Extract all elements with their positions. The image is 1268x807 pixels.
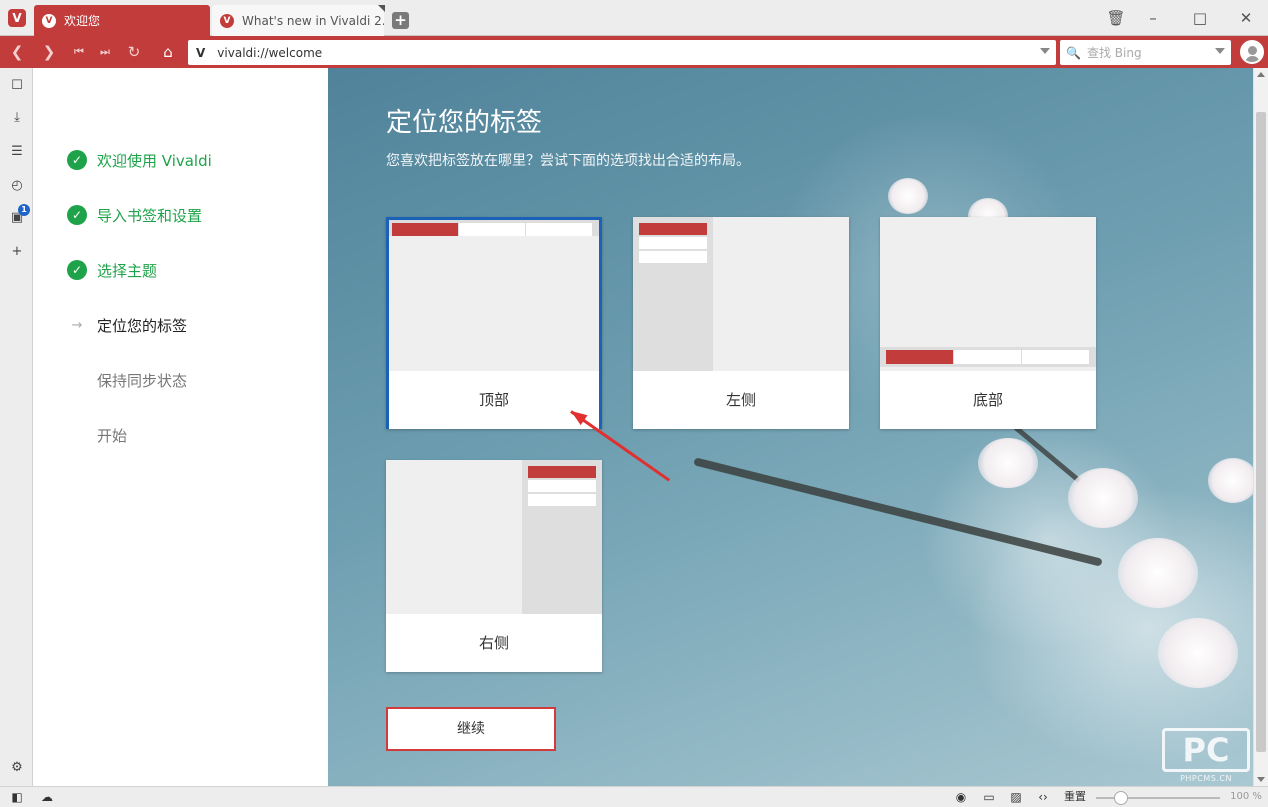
- url-input[interactable]: V vivaldi://welcome: [188, 40, 1056, 65]
- step-label: 保持同步状态: [97, 371, 188, 390]
- tab-welcome[interactable]: V 欢迎您: [34, 5, 210, 36]
- background-blossom: [978, 438, 1038, 488]
- option-label: 底部: [880, 371, 1096, 429]
- step-label: 导入书签和设置: [97, 206, 203, 225]
- side-panel-bar: ☐ ⤓ ☰ ◴ ▣ 1 + ⚙: [0, 68, 33, 786]
- close-window-button[interactable]: ✕: [1234, 6, 1258, 30]
- vivaldi-menu-button[interactable]: V: [4, 4, 30, 32]
- avatar-head: [1248, 46, 1257, 55]
- background-branch: [693, 457, 1103, 567]
- profile-avatar[interactable]: [1240, 40, 1264, 64]
- new-tab-button[interactable]: +: [392, 12, 409, 29]
- option-label: 顶部: [389, 371, 599, 429]
- bookmark-icon[interactable]: ☐: [7, 76, 27, 96]
- history-icon[interactable]: ◴: [7, 176, 27, 196]
- panel-toggle-icon[interactable]: ◧: [8, 789, 26, 805]
- fast-forward-icon[interactable]: ⏭: [92, 40, 118, 64]
- reload-icon[interactable]: ↻: [121, 40, 147, 64]
- background-blossom: [1068, 468, 1138, 528]
- preview-top-layout: [389, 220, 599, 374]
- settings-icon[interactable]: ⚙: [7, 758, 27, 778]
- notes-icon[interactable]: ☰: [7, 142, 27, 162]
- tab-position-top-card[interactable]: 顶部: [386, 217, 602, 429]
- add-panel-icon[interactable]: +: [7, 242, 27, 262]
- tab-position-right-card[interactable]: 右侧: [386, 460, 602, 672]
- tab-position-bottom-card[interactable]: 底部: [880, 217, 1096, 429]
- search-icon: 🔍: [1066, 45, 1081, 60]
- scroll-up-icon[interactable]: [1257, 72, 1265, 77]
- watermark-site-text: PHPCMS.CN: [1180, 774, 1232, 783]
- option-label: 右侧: [386, 614, 602, 672]
- page-actions-icon[interactable]: ‹›: [1034, 789, 1052, 805]
- tab-stack-indicator: [378, 5, 385, 12]
- continue-button[interactable]: 继续: [386, 707, 556, 751]
- vivaldi-favicon-icon: V: [42, 13, 56, 28]
- step-theme[interactable]: ✓ 选择主题: [67, 258, 157, 282]
- watermark-logo: PC PHPCMS.CN: [1162, 728, 1250, 784]
- tab-whats-new[interactable]: V What's new in Vivaldi 2.6 | V: [212, 5, 384, 36]
- step-start[interactable]: 开始: [67, 423, 127, 447]
- page-subtitle: 您喜欢把标签放在哪里？尝试下面的选项找出合适的布局。: [386, 153, 750, 169]
- maximize-button[interactable]: □: [1188, 6, 1212, 30]
- trash-icon[interactable]: 🗑: [1104, 6, 1128, 30]
- sync-cloud-icon[interactable]: ☁: [38, 789, 56, 805]
- background-blossom: [1158, 618, 1238, 688]
- watermark-logo-text: PC: [1162, 728, 1250, 772]
- check-icon: ✓: [67, 260, 87, 280]
- minimize-button[interactable]: –: [1141, 6, 1165, 30]
- rewind-icon[interactable]: ⏮: [66, 40, 92, 64]
- preview-left-layout: [633, 217, 849, 371]
- forward-icon[interactable]: ❯: [36, 40, 62, 64]
- zoom-reset-button[interactable]: 重置: [1060, 789, 1090, 805]
- search-placeholder: 查找 Bing: [1086, 46, 1142, 60]
- tiling-icon[interactable]: ▭: [980, 789, 998, 805]
- images-icon[interactable]: ▨: [1007, 789, 1025, 805]
- preview-bottom-layout: [880, 217, 1096, 371]
- step-import[interactable]: ✓ 导入书签和设置: [67, 203, 202, 227]
- step-label: 开始: [97, 426, 128, 445]
- home-icon[interactable]: ⌂: [155, 40, 181, 64]
- page-scrollbar[interactable]: [1253, 68, 1268, 786]
- welcome-steps-nav: ✓ 欢迎使用 Vivaldi ✓ 导入书签和设置 ✓ 选择主题 → 定位您的标签…: [33, 68, 328, 786]
- zoom-slider-knob[interactable]: [1114, 791, 1128, 805]
- background-blossom: [888, 178, 928, 214]
- tab-position-left-card[interactable]: 左侧: [633, 217, 849, 429]
- vivaldi-page-icon: V: [196, 45, 206, 60]
- back-icon[interactable]: ❮: [4, 40, 30, 64]
- scroll-down-icon[interactable]: [1257, 777, 1265, 782]
- step-welcome[interactable]: ✓ 欢迎使用 Vivaldi: [67, 148, 212, 172]
- search-input[interactable]: 🔍 查找 Bing: [1060, 40, 1231, 65]
- url-dropdown-icon[interactable]: [1040, 48, 1050, 54]
- windows-count-badge: 1: [18, 204, 30, 216]
- option-label: 左侧: [633, 371, 849, 429]
- step-label: 定位您的标签: [97, 316, 188, 335]
- arrow-right-icon: →: [71, 317, 83, 333]
- step-label: 欢迎使用 Vivaldi: [97, 151, 212, 170]
- background-blossom: [1208, 458, 1253, 503]
- avatar-body: [1245, 56, 1260, 62]
- capture-icon[interactable]: ◉: [952, 789, 970, 805]
- zoom-value: 100 %: [1230, 791, 1262, 802]
- step-tab-position[interactable]: → 定位您的标签: [67, 313, 187, 337]
- search-engine-dropdown-icon[interactable]: [1215, 48, 1225, 54]
- check-icon: ✓: [67, 205, 87, 225]
- tab-title: What's new in Vivaldi 2.6 | V: [242, 13, 384, 28]
- step-label: 选择主题: [97, 261, 158, 280]
- page-title: 定位您的标签: [386, 108, 543, 138]
- preview-right-layout: [386, 460, 602, 614]
- url-text: vivaldi://welcome: [217, 45, 323, 60]
- tab-title: 欢迎您: [64, 14, 101, 28]
- tab-bar: V V 欢迎您 V What's new in Vivaldi 2.6 | V …: [0, 0, 1268, 36]
- vivaldi-favicon-icon: V: [220, 13, 234, 28]
- vivaldi-logo-icon: V: [8, 9, 26, 27]
- status-bar: ◧ ☁ ◉ ▭ ▨ ‹› 重置 100 %: [0, 786, 1268, 807]
- check-icon: ✓: [67, 150, 87, 170]
- step-sync[interactable]: 保持同步状态: [67, 368, 187, 392]
- scroll-thumb[interactable]: [1256, 112, 1266, 752]
- download-icon[interactable]: ⤓: [7, 108, 27, 128]
- address-bar: ❮ ❯ ⏮ ⏭ ↻ ⌂ V vivaldi://welcome 🔍 查找 Bin…: [0, 36, 1268, 68]
- welcome-content: 定位您的标签 您喜欢把标签放在哪里？尝试下面的选项找出合适的布局。 顶部 左侧: [328, 68, 1253, 786]
- background-blossom: [1118, 538, 1198, 608]
